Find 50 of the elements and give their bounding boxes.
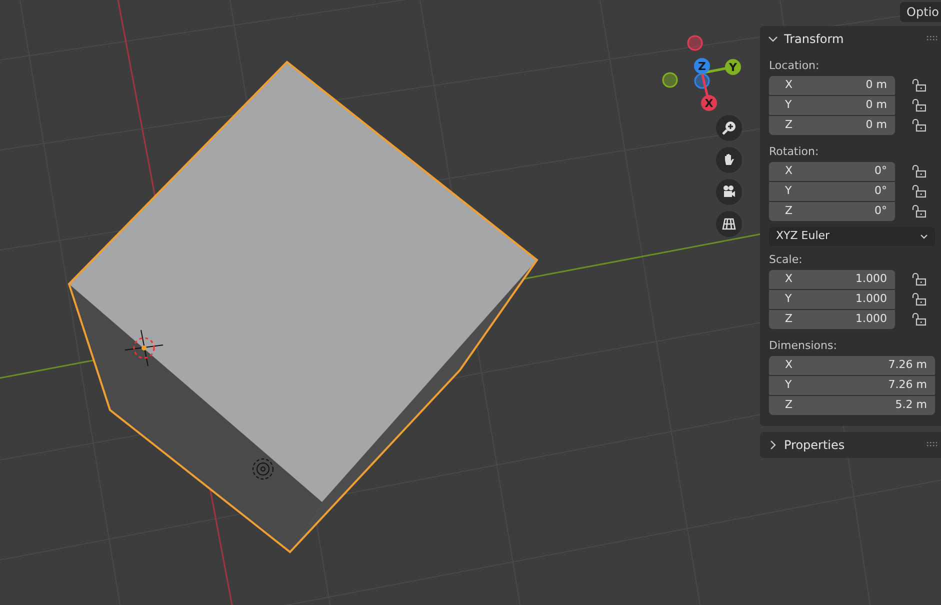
origin-icon — [124, 330, 164, 366]
cube-drawing[interactable] — [68, 60, 538, 554]
axis-label: Y — [729, 61, 737, 74]
lock-open-icon[interactable] — [912, 293, 926, 306]
panel-title[interactable]: Properties — [784, 436, 921, 454]
lock-open-icon[interactable] — [912, 119, 926, 132]
number-field[interactable]: X 1.000 — [769, 270, 895, 289]
axis-label: X — [704, 97, 714, 110]
section-label: Scale: — [769, 252, 804, 268]
number-field[interactable]: Y 7.26 m — [769, 376, 935, 395]
lock-open-icon[interactable] — [912, 273, 926, 286]
lock-open-icon[interactable] — [912, 185, 926, 198]
number-field[interactable]: X 0° — [769, 162, 895, 181]
drag-handle-icon[interactable] — [927, 442, 937, 448]
lock-open-icon[interactable] — [912, 205, 926, 218]
number-field[interactable]: Y 1.000 — [769, 290, 895, 309]
negative-axis-icon[interactable] — [687, 35, 703, 51]
camera-icon[interactable] — [716, 179, 742, 205]
caret-icon — [920, 234, 928, 240]
number-field[interactable]: Z 0° — [769, 202, 895, 221]
lock-open-icon[interactable] — [912, 313, 926, 326]
hand-icon[interactable] — [716, 147, 742, 173]
grid-icon[interactable] — [716, 211, 742, 237]
rotation-mode-dropdown[interactable]: XYZ Euler — [769, 227, 935, 246]
light-icon — [252, 458, 274, 480]
negative-axis-icon[interactable] — [662, 72, 678, 88]
number-field[interactable]: X 7.26 m — [769, 356, 935, 375]
chevron-down-icon — [768, 34, 778, 44]
negative-axis-icon[interactable] — [694, 73, 710, 89]
options-button[interactable]: Optio — [900, 2, 941, 22]
section-label: Rotation: — [769, 144, 820, 160]
number-field[interactable]: Y 0° — [769, 182, 895, 201]
zoom-icon[interactable] — [716, 115, 742, 141]
chevron-right-icon — [768, 440, 778, 450]
lock-open-icon[interactable] — [912, 99, 926, 112]
axis-handle[interactable] — [694, 58, 710, 74]
axis-handle[interactable] — [701, 95, 717, 111]
number-field[interactable]: X 0 m — [769, 76, 895, 95]
number-field[interactable]: Z 1.000 — [769, 310, 895, 329]
section-label: Dimensions: — [769, 338, 838, 354]
axis-label: Z — [698, 60, 706, 73]
drag-handle-icon[interactable] — [927, 36, 937, 42]
number-field[interactable]: Z 0 m — [769, 116, 895, 135]
lock-open-icon[interactable] — [912, 79, 926, 92]
section-label: Location: — [769, 58, 820, 74]
number-field[interactable]: Z 5.2 m — [769, 396, 935, 415]
axis-handle[interactable] — [725, 59, 741, 75]
lock-open-icon[interactable] — [912, 165, 926, 178]
number-field[interactable]: Y 0 m — [769, 96, 895, 115]
panel-title[interactable]: Transform — [784, 30, 921, 48]
